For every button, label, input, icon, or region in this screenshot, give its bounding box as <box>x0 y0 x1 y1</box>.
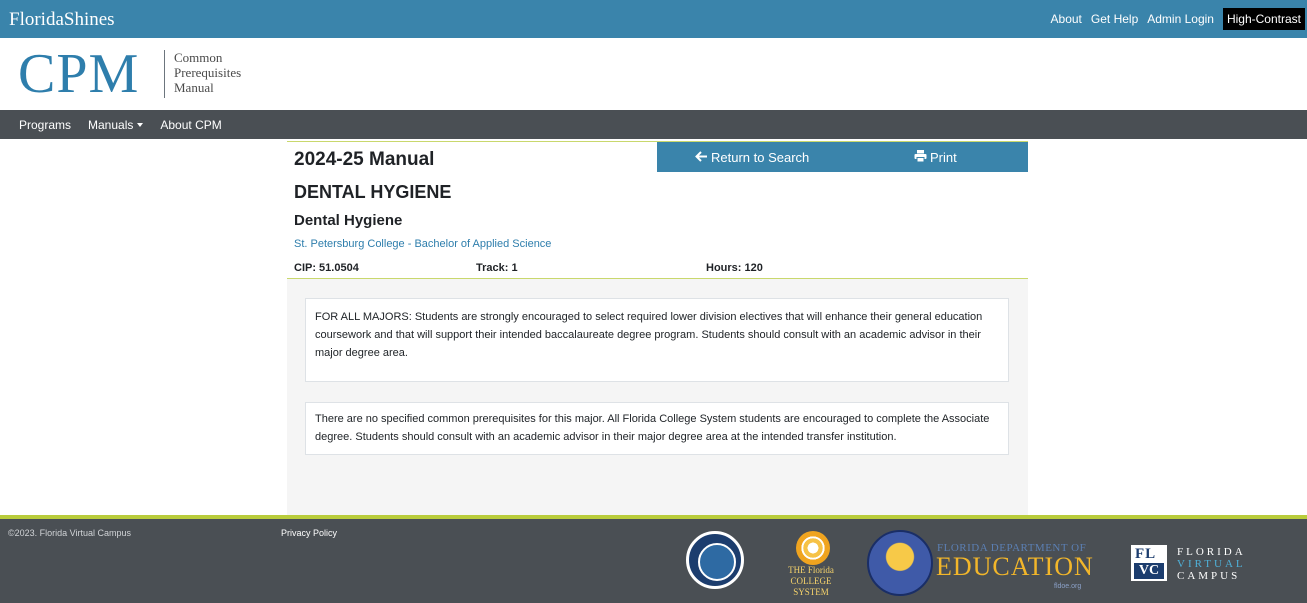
nav-manuals-label: Manuals <box>88 117 134 132</box>
manual-title: 2024-25 Manual <box>294 149 435 170</box>
fdoe-url: fldoe.org <box>1054 583 1082 590</box>
top-links: About Get Help Admin Login High-Contrast <box>1051 0 1307 38</box>
flvc-line-1: FLORIDA <box>1177 546 1246 558</box>
nav-about-cpm[interactable]: About CPM <box>160 118 221 132</box>
flvc-wordmark[interactable]: FLORIDA VIRTUAL CAMPUS <box>1177 546 1246 582</box>
track-value: Track: 1 <box>476 262 518 274</box>
privacy-policy-link[interactable]: Privacy Policy <box>281 528 337 538</box>
majors-note: FOR ALL MAJORS: Students are strongly en… <box>305 298 1009 382</box>
logo-line-1: Common <box>174 50 223 65</box>
print-label: Print <box>930 150 957 165</box>
flvc-line-3: CAMPUS <box>1177 570 1241 582</box>
flvc-fl: FL <box>1135 546 1157 562</box>
arrow-left-icon <box>695 150 708 165</box>
top-bar: FloridaShines About Get Help Admin Login… <box>0 0 1307 38</box>
about-link[interactable]: About <box>1051 12 1082 26</box>
flvc-vc: VC <box>1134 563 1164 579</box>
program-header: 2024-25 Manual Return to Search Print DE… <box>287 141 1028 279</box>
cip-code: CIP: 51.0504 <box>294 262 359 274</box>
admin-login-link[interactable]: Admin Login <box>1147 12 1214 26</box>
flvc-line-2: VIRTUAL <box>1177 558 1246 570</box>
fcs-line-1: THE Florida <box>788 565 834 575</box>
nav-programs[interactable]: Programs <box>19 118 71 132</box>
program-subtitle: Dental Hygiene <box>294 212 403 229</box>
institution-link[interactable]: St. Petersburg College - Bachelor of App… <box>294 238 551 250</box>
hours-value: Hours: 120 <box>706 262 763 274</box>
program-panel: 2024-25 Manual Return to Search Print DE… <box>287 141 1028 515</box>
return-to-search-label: Return to Search <box>711 150 810 165</box>
site-header: CPM Common Prerequisites Manual <box>0 38 1307 110</box>
floridashines-logo[interactable]: FloridaShines <box>9 9 115 31</box>
state-university-system-seal[interactable] <box>686 531 744 589</box>
logo-line-2: Prerequisites <box>174 65 242 80</box>
print-button[interactable]: Print <box>914 150 957 165</box>
fdoe-education-word[interactable]: EDUCATION <box>936 552 1094 582</box>
florida-college-system-logo[interactable]: THE Florida COLLEGE SYSTEM <box>770 529 850 597</box>
program-title: DENTAL HYGIENE <box>294 182 452 202</box>
logo-line-3: Manual <box>174 80 214 95</box>
flvc-badge-icon[interactable]: FL VC <box>1131 545 1167 581</box>
printer-icon <box>914 150 927 165</box>
sun-icon <box>796 531 830 565</box>
department-of-education-seal[interactable] <box>867 530 933 596</box>
caret-down-icon <box>137 122 144 127</box>
copyright-text: ©2023. Florida Virtual Campus <box>8 528 132 538</box>
logo-divider <box>164 50 165 98</box>
fcs-line-2: COLLEGE SYSTEM <box>790 576 832 597</box>
prerequisites-note: There are no specified common prerequisi… <box>305 402 1009 455</box>
high-contrast-button[interactable]: High-Contrast <box>1222 8 1305 30</box>
get-help-link[interactable]: Get Help <box>1091 12 1138 26</box>
main-nav: Programs Manuals About CPM <box>0 110 1307 139</box>
action-bar: Return to Search Print <box>657 142 1028 172</box>
logo-subtitle: Common Prerequisites Manual <box>174 50 241 95</box>
fcs-text: THE Florida COLLEGE SYSTEM <box>772 565 850 598</box>
nav-manuals[interactable]: Manuals <box>88 117 144 132</box>
return-to-search-button[interactable]: Return to Search <box>695 150 809 165</box>
footer: ©2023. Florida Virtual Campus Privacy Po… <box>0 519 1307 603</box>
cpm-logo[interactable]: CPM <box>18 44 139 104</box>
